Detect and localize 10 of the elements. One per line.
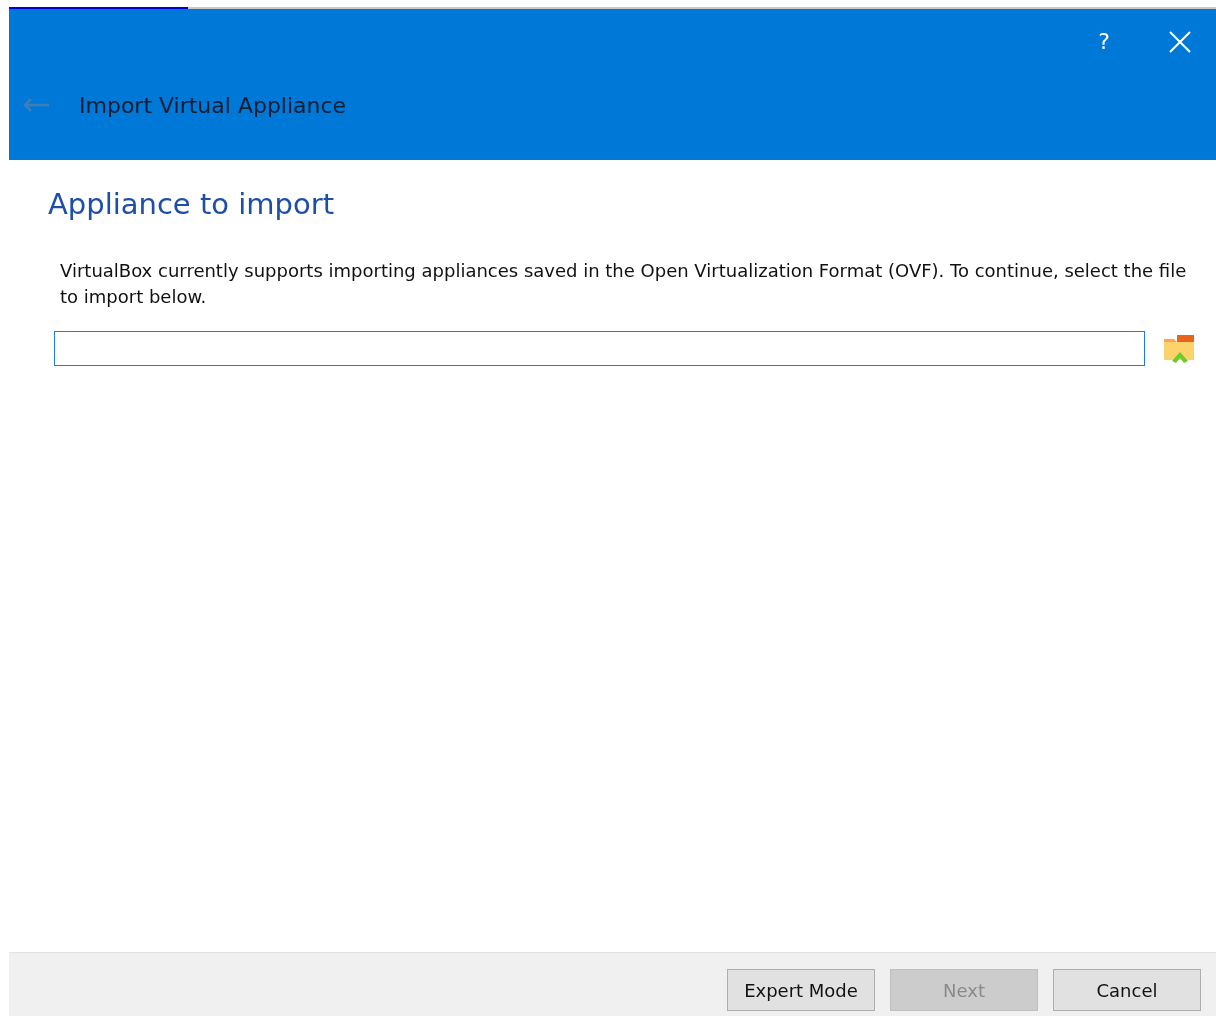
back-arrow-icon <box>22 97 50 113</box>
file-path-field[interactable] <box>54 330 1145 366</box>
help-button[interactable]: ? <box>1098 31 1110 53</box>
close-button[interactable] <box>1168 30 1192 54</box>
description-text: VirtualBox currently supports importing appliances saved in the Open Virtualization Format (OVF). To continue, select the file to import below. <box>60 259 1188 310</box>
page-heading: Appliance to import <box>48 186 335 223</box>
window-title: Import Virtual Appliance <box>79 91 347 120</box>
dialog-button[interactable]: Cancel <box>1053 969 1201 1011</box>
dialog-button[interactable]: Expert Mode <box>727 969 875 1011</box>
close-icon <box>1168 30 1192 54</box>
